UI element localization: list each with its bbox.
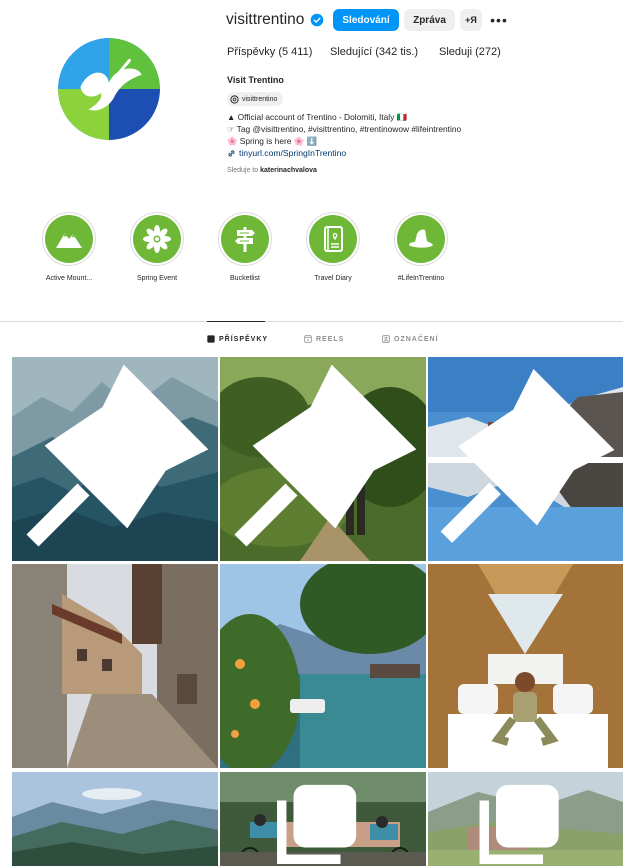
highlight-ring[interactable] [394, 212, 448, 266]
tabs-divider [0, 321, 623, 322]
message-button[interactable]: Zpráva [404, 9, 455, 31]
highlight-ring[interactable] [42, 212, 96, 266]
diary-icon [324, 226, 343, 252]
posts-count: Příspěvky (5 411) [227, 46, 313, 58]
post-tile[interactable] [220, 564, 426, 768]
profile-avatar[interactable] [58, 38, 160, 140]
verified-badge-icon [311, 13, 324, 27]
threads-handle: visittrentino [242, 95, 278, 103]
followed-by-prefix: Sleduje to [227, 167, 259, 174]
tab-tagged[interactable]: OZNAČENÍ [382, 335, 439, 343]
bio-link[interactable]: tinyurl.com/SpringInTrentino [227, 148, 346, 158]
highlight-ring[interactable] [218, 212, 272, 266]
link-icon [228, 149, 235, 157]
post-tile[interactable] [428, 772, 623, 866]
username-row: visittrentino [226, 8, 324, 32]
post-tile[interactable] [12, 772, 218, 866]
highlight-label: Active Mount... [45, 275, 93, 282]
highlight-active-mountain[interactable]: Active Mount... [29, 212, 109, 282]
followed-by-user[interactable]: katerinachvalova [260, 167, 317, 174]
post-tile[interactable] [220, 357, 426, 561]
highlight-label: #LifeInTrentino [397, 275, 445, 282]
bio-line-1: ▲ Official account of Trentino - Dolomit… [227, 112, 408, 122]
post-tile[interactable] [428, 564, 623, 768]
threads-badge[interactable]: visittrentino [227, 92, 284, 106]
hat-icon [409, 229, 433, 248]
highlight-life-in-trentino[interactable]: #LifeInTrentino [381, 212, 461, 282]
tab-label: REELS [316, 335, 345, 343]
highlight-label: Bucketlist [230, 275, 260, 282]
post-tile[interactable] [12, 357, 218, 561]
post-tile[interactable] [428, 357, 623, 561]
highlight-label: Travel Diary [314, 275, 352, 282]
suggested-users-button[interactable]: +Я [460, 9, 482, 31]
bio-line-3: 🌸 Spring is here 🌸 ⬇️ [227, 136, 317, 146]
threads-icon [230, 94, 239, 104]
post-mountain-valley [12, 772, 218, 866]
highlight-ring[interactable] [130, 212, 184, 266]
tab-posts[interactable]: PŘÍSPĚVKY [207, 335, 268, 343]
username: visittrentino [226, 11, 305, 28]
post-cabin-woman [428, 564, 623, 768]
post-village-alley [12, 564, 218, 768]
pin-icon [234, 364, 417, 547]
highlight-label: Spring Event [136, 275, 178, 282]
followers-count[interactable]: Sledující (342 tis.) [330, 46, 418, 58]
tagged-icon [382, 335, 390, 343]
bio-link-text[interactable]: tinyurl.com/SpringInTrentino [239, 148, 346, 158]
pin-icon [26, 364, 209, 547]
grid-icon [207, 335, 215, 343]
active-tab-indicator [207, 321, 265, 322]
followed-by[interactable]: Sleduje to katerinachvalova [227, 167, 317, 174]
post-tile[interactable] [220, 772, 426, 866]
bio-line-2: ☞ Tag @visittrentino, #visittrentino, #t… [227, 124, 462, 134]
profile-full-name: Visit Trentino [227, 75, 284, 85]
following-count[interactable]: Sleduji (272) [439, 46, 501, 58]
tab-label: PŘÍSPĚVKY [219, 335, 269, 343]
highlight-travel-diary[interactable]: Travel Diary [293, 212, 373, 282]
following-button[interactable]: Sledování [333, 9, 399, 31]
edelweiss-icon [143, 225, 171, 253]
signpost-icon [235, 227, 255, 252]
mountain-icon [56, 233, 82, 248]
reels-icon [304, 335, 312, 343]
post-lake-harbor [220, 564, 426, 768]
tab-reels[interactable]: REELS [304, 335, 344, 343]
carousel-icon [277, 784, 357, 864]
highlight-spring-event[interactable]: Spring Event [117, 212, 197, 282]
carousel-icon [479, 784, 559, 864]
tab-label: OZNAČENÍ [394, 335, 439, 343]
highlight-ring[interactable] [306, 212, 360, 266]
pin-icon [440, 369, 615, 543]
post-tile[interactable] [12, 564, 218, 768]
more-options-icon[interactable]: ••• [489, 9, 509, 31]
highlight-bucketlist[interactable]: Bucketlist [205, 212, 285, 282]
